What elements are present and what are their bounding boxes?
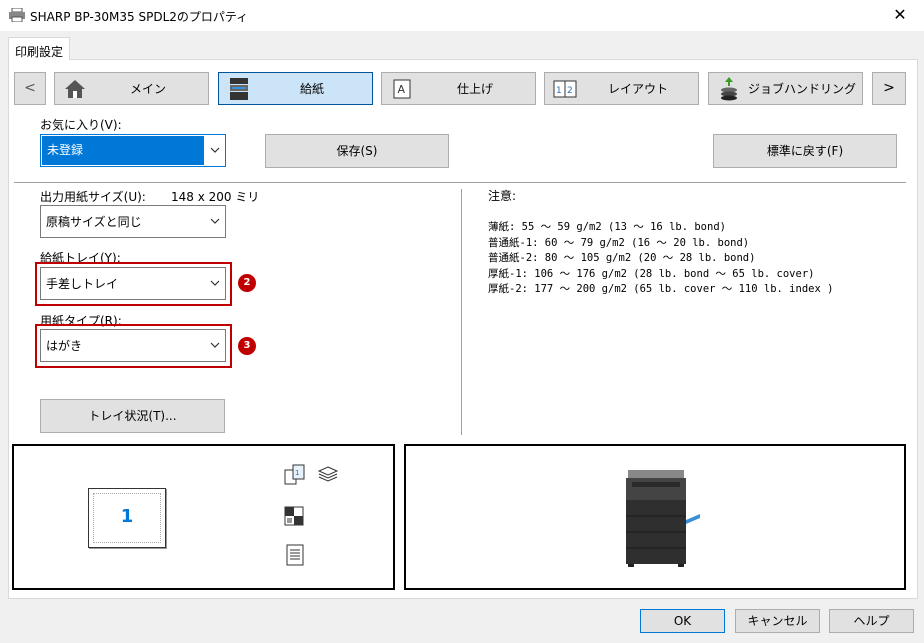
close-button[interactable]: ✕ (888, 4, 912, 28)
pages-layout-icon: 12 (552, 76, 578, 102)
help-button[interactable]: ヘルプ (829, 609, 914, 633)
cancel-button[interactable]: キャンセル (735, 609, 820, 633)
favorites-select[interactable]: 未登録 (40, 134, 226, 167)
tab-print-settings[interactable]: 印刷設定 (8, 37, 70, 60)
stack-icon (318, 466, 338, 482)
notes-title: 注意: (488, 189, 517, 203)
printer-device-icon (626, 470, 700, 567)
document-a-icon: A (389, 76, 415, 102)
chevron-down-icon (205, 145, 225, 156)
nav-next-button[interactable]: > (872, 72, 906, 105)
copies-icon: 1 (284, 464, 305, 485)
paper-type-select[interactable]: はがき (40, 329, 226, 362)
note-line: 厚紙-2: 177 ～ 200 g/m2 (65 lb. cover ～ 110… (488, 283, 834, 295)
output-size-value: 原稿サイズと同じ (46, 215, 142, 229)
notes-list: 薄紙: 55 ～ 59 g/m2 (13 ～ 16 lb. bond) 普通紙-… (488, 220, 833, 298)
chevron-down-icon (205, 340, 225, 351)
chevron-down-icon (205, 216, 225, 227)
section-divider (14, 182, 906, 183)
tab-paper-source-label: 給紙 (299, 82, 324, 96)
page-thumbnail: 1 (88, 488, 166, 548)
document-icon (286, 544, 304, 566)
tray-status-button[interactable]: トレイ状況(T)... (40, 399, 225, 433)
favorites-value: 未登録 (42, 136, 204, 165)
save-button[interactable]: 保存(S) (265, 134, 449, 168)
title-bar: SHARP BP-30M35 SPDL2のプロパティ ✕ (0, 0, 924, 31)
job-stack-icon (716, 76, 742, 102)
tab-job-handling-label: ジョブハンドリング (747, 82, 856, 96)
svg-text:1: 1 (295, 469, 299, 477)
paper-tray-value: 手差しトレイ (46, 277, 119, 291)
reset-default-button[interactable]: 標準に戻す(F) (713, 134, 897, 168)
note-line: 普通紙-1: 60 ～ 79 g/m2 (16 ～ 20 lb. bond) (488, 236, 750, 249)
note-line: 薄紙: 55 ～ 59 g/m2 (13 ～ 16 lb. bond) (488, 221, 726, 233)
output-size-dims: 148 x 200 ミリ (171, 190, 260, 204)
ok-button[interactable]: OK (640, 609, 725, 633)
svg-text:2: 2 (567, 86, 573, 96)
chevron-down-icon (205, 278, 225, 289)
tab-layout-label: レイアウト (607, 82, 668, 96)
column-divider (461, 189, 462, 435)
note-line: 厚紙-1: 106 ～ 176 g/m2 (28 lb. bond ～ 65 l… (488, 267, 815, 280)
color-mode-icon (284, 506, 304, 526)
output-size-select[interactable]: 原稿サイズと同じ (40, 205, 226, 238)
output-size-label: 出力用紙サイズ(U): (40, 190, 146, 204)
svg-text:A: A (398, 83, 406, 96)
note-line: 普通紙-2: 80 ～ 105 g/m2 (20 ～ 28 lb. bond) (488, 252, 756, 264)
paper-type-value: はがき (46, 339, 83, 353)
printer-preview-panel (404, 444, 906, 590)
tab-job-handling[interactable]: ジョブハンドリング (708, 72, 863, 105)
printer-icon (9, 8, 25, 22)
home-icon (62, 76, 88, 102)
tab-main-label: メイン (129, 82, 166, 96)
tab-finishing[interactable]: A 仕上げ (381, 72, 536, 105)
tab-finishing-label: 仕上げ (456, 82, 493, 96)
nav-prev-button[interactable]: < (14, 72, 46, 105)
favorites-label: お気に入り(V): (40, 118, 122, 132)
tab-layout[interactable]: 12 レイアウト (544, 72, 699, 105)
page-preview-panel: 1 1 (12, 444, 395, 590)
tab-main[interactable]: メイン (54, 72, 209, 105)
window-title: SHARP BP-30M35 SPDL2のプロパティ (30, 10, 249, 24)
step-badge-2: 2 (238, 274, 256, 292)
step-badge-3: 3 (238, 337, 256, 355)
svg-text:1: 1 (556, 86, 562, 96)
printer-tray-icon (226, 76, 252, 102)
paper-tray-select[interactable]: 手差しトレイ (40, 267, 226, 300)
page-number: 1 (120, 506, 134, 527)
tab-paper-source[interactable]: 給紙 (218, 72, 373, 105)
